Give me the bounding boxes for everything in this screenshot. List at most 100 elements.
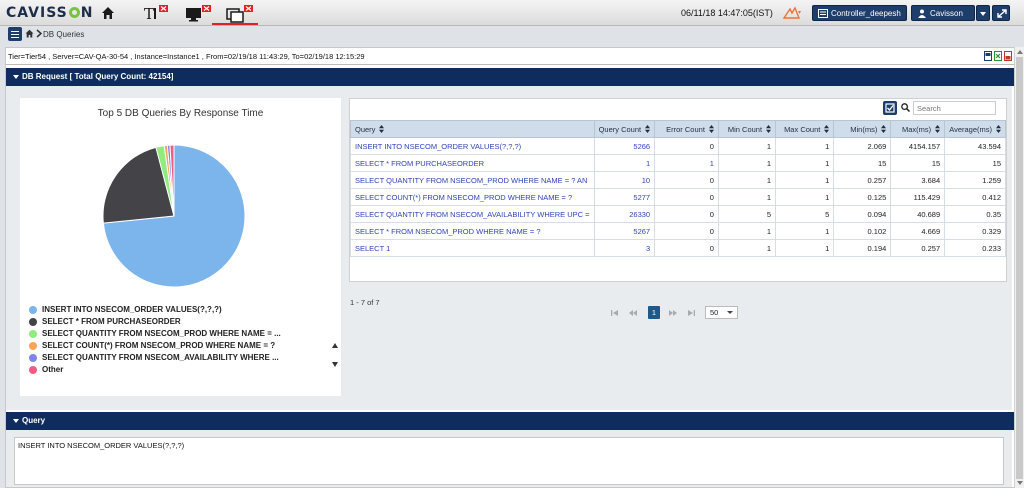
db-request-panel-body: Top 5 DB Queries By Response Time INSERT…: [6, 86, 1012, 410]
db-request-panel-header[interactable]: DB Request [ Total Query Count: 42154]: [6, 68, 1014, 86]
expand-button[interactable]: [992, 5, 1010, 21]
sort-icon[interactable]: [379, 124, 385, 133]
table-header-row: Query Query Count Error Count Min Count Max …: [350, 120, 1006, 138]
column-header-label: Error Count: [666, 124, 705, 134]
user-menu-caret-button[interactable]: [976, 5, 990, 21]
sort-icon[interactable]: [935, 124, 941, 133]
sort-icon[interactable]: [824, 124, 830, 133]
column-header-max-count[interactable]: Max Count: [775, 120, 835, 138]
scroll-up-icon[interactable]: [1017, 50, 1023, 54]
table-cell: 15: [833, 154, 892, 172]
text-tool-icon[interactable]: T: [143, 3, 171, 23]
alert-icon[interactable]: [782, 5, 804, 21]
sort-icon[interactable]: [708, 124, 714, 133]
sort-icon[interactable]: [881, 124, 887, 133]
legend-label: INSERT INTO NSECOM_ORDER VALUES(?,?,?): [42, 305, 222, 314]
table-cell[interactable]: 10: [593, 171, 656, 189]
page-scrollbar[interactable]: [1014, 47, 1024, 488]
table-cell: 0: [654, 222, 719, 240]
table-row[interactable]: SELECT QUANTITY FROM NSECOM_PROD WHERE N…: [350, 171, 1006, 189]
query-link[interactable]: SELECT * FROM PURCHASEORDER: [350, 154, 595, 172]
column-toggle-button[interactable]: [883, 101, 897, 115]
table-row[interactable]: SELECT * FROM NSECOM_PROD WHERE NAME = ?…: [350, 222, 1006, 240]
legend-item[interactable]: SELECT * FROM PURCHASEORDER: [28, 316, 281, 328]
user-button[interactable]: Cavisson: [911, 5, 975, 21]
legend-scroll-arrows-icon[interactable]: [332, 342, 338, 368]
monitor-icon[interactable]: [185, 3, 213, 23]
legend-item[interactable]: Other: [28, 364, 281, 376]
home-icon[interactable]: [100, 3, 116, 23]
table-cell[interactable]: 5267: [593, 222, 656, 240]
table-cell[interactable]: 3: [593, 239, 656, 257]
query-link[interactable]: SELECT * FROM NSECOM_PROD WHERE NAME = ?: [350, 222, 595, 240]
column-header-query[interactable]: Query: [350, 120, 595, 138]
last-page-icon[interactable]: [686, 307, 696, 319]
column-header-min-count[interactable]: Min Count: [717, 120, 777, 138]
page-size-select[interactable]: 50: [705, 306, 738, 319]
legend-label: SELECT * FROM PURCHASEORDER: [42, 317, 181, 326]
table-cell: 1: [717, 239, 777, 257]
table-row[interactable]: INSERT INTO NSECOM_ORDER VALUES(?,?,?) 52…: [350, 137, 1006, 155]
query-link[interactable]: INSERT INTO NSECOM_ORDER VALUES(?,?,?): [350, 137, 595, 155]
menu-button[interactable]: [8, 27, 22, 41]
column-header-error-count[interactable]: Error Count: [654, 120, 719, 138]
table-row[interactable]: SELECT * FROM PURCHASEORDER 1 1 1 1 15 15 15: [350, 154, 1006, 172]
column-header-label: Query Count: [598, 124, 642, 134]
sort-icon[interactable]: [645, 124, 651, 133]
table-cell: 3.684: [890, 171, 946, 189]
query-link[interactable]: SELECT COUNT(*) FROM NSECOM_PROD WHERE N…: [350, 188, 595, 206]
table-cell: 4154.157: [890, 137, 946, 155]
pdf-icon[interactable]: [984, 51, 992, 61]
table-cell: 0.329: [944, 222, 1006, 240]
scroll-down-icon[interactable]: [1017, 481, 1023, 485]
query-panel-header[interactable]: Query: [6, 412, 1014, 430]
legend-swatch: [29, 318, 37, 326]
table-cell: 43.594: [944, 137, 1006, 155]
table-row[interactable]: SELECT 1 3 0 1 1 0.194 0.257 0.233: [350, 239, 1006, 257]
legend-item[interactable]: SELECT QUANTITY FROM NSECOM_AVAILABILITY…: [28, 352, 281, 364]
pie-chart: [102, 144, 246, 288]
table-cell[interactable]: 1: [593, 154, 656, 172]
scrollbar-thumb[interactable]: [1016, 57, 1023, 479]
table-cell: 0.35: [944, 205, 1006, 223]
collapse-caret-icon: [13, 75, 19, 79]
word-icon[interactable]: [1004, 51, 1012, 61]
table-cell[interactable]: 5266: [593, 137, 656, 155]
sort-icon[interactable]: [996, 124, 1001, 133]
query-link[interactable]: SELECT 1: [350, 239, 595, 257]
breadcrumb: DB Queries: [0, 26, 1024, 43]
previous-page-icon[interactable]: [628, 307, 638, 319]
collapse-caret-icon: [13, 419, 19, 423]
query-link[interactable]: SELECT QUANTITY FROM NSECOM_AVAILABILITY…: [350, 205, 595, 223]
column-header-min-ms[interactable]: Min(ms): [833, 120, 892, 138]
column-header-max-ms[interactable]: Max(ms): [890, 120, 946, 138]
table-cell: 1: [775, 154, 835, 172]
table-cell[interactable]: 26330: [593, 205, 656, 223]
breadcrumb-separator-icon: [36, 29, 42, 38]
table-cell: 0: [654, 188, 719, 206]
query-link[interactable]: SELECT QUANTITY FROM NSECOM_PROD WHERE N…: [350, 171, 595, 189]
first-page-icon[interactable]: [610, 307, 620, 319]
table-row[interactable]: SELECT COUNT(*) FROM NSECOM_PROD WHERE N…: [350, 188, 1006, 206]
legend-swatch: [29, 342, 37, 350]
table-toolbar: [350, 99, 1006, 119]
current-page-button[interactable]: 1: [648, 306, 660, 319]
query-textarea[interactable]: [14, 437, 1004, 485]
column-header-average-ms[interactable]: Average(ms): [944, 120, 1006, 138]
controller-button[interactable]: Controller_deepesh: [812, 5, 907, 21]
next-page-icon[interactable]: [668, 307, 678, 319]
breadcrumb-home-icon[interactable]: [25, 29, 34, 38]
search-input[interactable]: [913, 101, 996, 115]
table-cell[interactable]: 5277: [593, 188, 656, 206]
windows-icon[interactable]: [225, 3, 255, 23]
excel-icon[interactable]: [994, 51, 1002, 61]
column-header-label: Min(ms): [850, 124, 878, 134]
legend-item[interactable]: INSERT INTO NSECOM_ORDER VALUES(?,?,?): [28, 304, 281, 316]
column-header-label: Max(ms): [901, 124, 932, 134]
table-row[interactable]: SELECT QUANTITY FROM NSECOM_AVAILABILITY…: [350, 205, 1006, 223]
legend-item[interactable]: SELECT QUANTITY FROM NSECOM_PROD WHERE N…: [28, 328, 281, 340]
column-header-query-count[interactable]: Query Count: [593, 120, 656, 138]
legend-swatch: [29, 306, 37, 314]
sort-icon[interactable]: [766, 124, 772, 133]
legend-item[interactable]: SELECT COUNT(*) FROM NSECOM_PROD WHERE N…: [28, 340, 281, 352]
